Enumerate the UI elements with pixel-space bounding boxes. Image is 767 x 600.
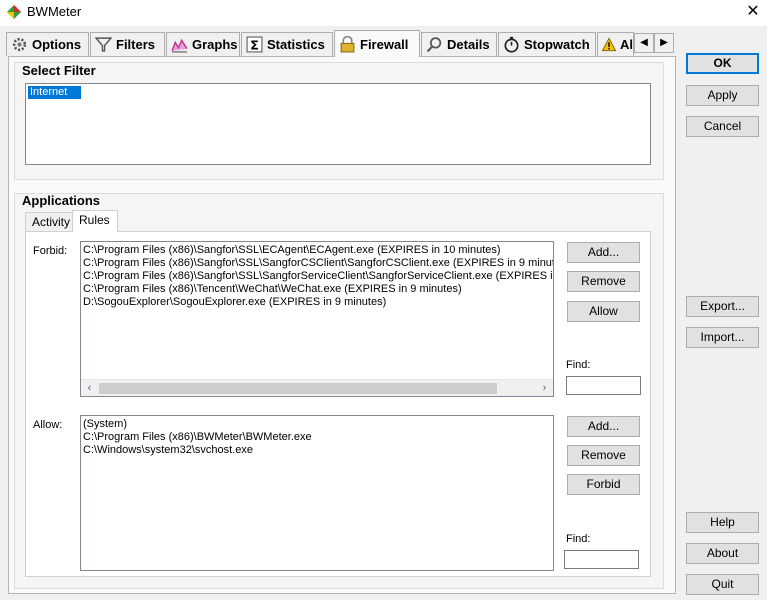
tab-filters[interactable]: Filters [90, 32, 165, 56]
chart-icon [171, 38, 188, 53]
list-item[interactable]: C:\Program Files (x86)\Sangfor\SSL\ECAge… [81, 244, 553, 257]
tab-label: Graphs [192, 37, 238, 52]
forbid-label: Forbid: [33, 245, 68, 257]
allow-find-label: Find: [566, 533, 591, 545]
close-icon[interactable]: ✕ [740, 1, 766, 23]
tab-label: Al [620, 37, 633, 52]
tab-label: Details [447, 37, 490, 52]
allow-remove-button[interactable]: Remove [567, 445, 640, 466]
tab-activity[interactable]: Activity [25, 212, 78, 232]
select-filter-title: Select Filter [22, 63, 96, 78]
allow-forbid-button[interactable]: Forbid [567, 474, 640, 495]
forbid-find-label: Find: [566, 359, 591, 371]
quit-button[interactable]: Quit [686, 574, 759, 595]
forbid-remove-button[interactable]: Remove [567, 271, 640, 292]
tab-graphs[interactable]: Graphs [166, 32, 240, 56]
tab-label: Stopwatch [524, 37, 590, 52]
sigma-icon: Σ [246, 36, 263, 53]
list-item[interactable]: C:\Program Files (x86)\Sangfor\SSL\Sangf… [81, 257, 553, 270]
tab-details[interactable]: Details [421, 32, 497, 56]
tab-scroll-right-button[interactable]: ▶ [654, 33, 674, 53]
title-bar [0, 0, 767, 26]
stopwatch-icon [504, 36, 519, 53]
tab-options[interactable]: Options [6, 32, 89, 56]
tab-stopwatch[interactable]: Stopwatch [498, 32, 596, 56]
list-item[interactable]: Internet [26, 86, 650, 99]
scroll-left-arrow-icon[interactable]: ‹ [81, 380, 98, 396]
forbid-list[interactable]: C:\Program Files (x86)\Sangfor\SSL\ECAge… [80, 241, 554, 397]
cancel-button[interactable]: Cancel [686, 116, 759, 137]
tab-label: Statistics [267, 37, 325, 52]
forbid-find-input[interactable] [566, 376, 641, 395]
forbid-allow-button[interactable]: Allow [567, 301, 640, 322]
allow-add-button[interactable]: Add... [567, 416, 640, 437]
funnel-icon [95, 37, 112, 52]
allow-list[interactable]: (System) C:\Program Files (x86)\BWMeter\… [80, 415, 554, 571]
import-button[interactable]: Import... [686, 327, 759, 348]
export-button[interactable]: Export... [686, 296, 759, 317]
allow-label: Allow: [33, 419, 63, 431]
applications-title: Applications [22, 193, 101, 208]
ok-button[interactable]: OK [686, 53, 759, 74]
help-button[interactable]: Help [686, 512, 759, 533]
apply-button[interactable]: Apply [686, 85, 759, 106]
filter-list[interactable]: Internet [25, 83, 651, 165]
horizontal-scrollbar[interactable]: ‹ › [81, 379, 553, 396]
bwmeter-app-icon [7, 5, 21, 19]
lock-icon [340, 35, 355, 52]
list-item[interactable]: C:\Program Files (x86)\BWMeter\BWMeter.e… [81, 431, 553, 444]
tab-rules[interactable]: Rules [72, 210, 118, 232]
list-item[interactable]: (System) [81, 418, 553, 431]
tab-label: Firewall [360, 36, 409, 52]
tab-statistics[interactable]: Σ Statistics [241, 32, 333, 56]
allow-find-input[interactable] [564, 550, 639, 569]
tab-alerts[interactable]: Al [597, 32, 634, 56]
list-item[interactable]: C:\Program Files (x86)\Tencent\WeChat\We… [81, 283, 553, 296]
tab-label: Options [32, 37, 82, 52]
scroll-right-arrow-icon[interactable]: › [536, 380, 553, 396]
forbid-add-button[interactable]: Add... [567, 242, 640, 263]
tab-firewall[interactable]: Firewall [334, 30, 420, 57]
window-title: BWMeter [27, 4, 82, 19]
tab-scroll-left-button[interactable]: ◀ [634, 33, 654, 53]
list-item[interactable]: C:\Program Files (x86)\Sangfor\SSL\Sangf… [81, 270, 553, 283]
tab-label: Filters [116, 37, 156, 52]
gear-icon [12, 37, 27, 52]
about-button[interactable]: About [686, 543, 759, 564]
svg-text:Σ: Σ [250, 38, 259, 53]
list-item[interactable]: C:\Windows\system32\svchost.exe [81, 444, 553, 457]
magnifier-icon [426, 37, 442, 53]
warning-icon [602, 37, 616, 52]
scrollbar-thumb[interactable] [99, 383, 497, 394]
list-item[interactable]: D:\SogouExplorer\SogouExplorer.exe (EXPI… [81, 296, 553, 309]
